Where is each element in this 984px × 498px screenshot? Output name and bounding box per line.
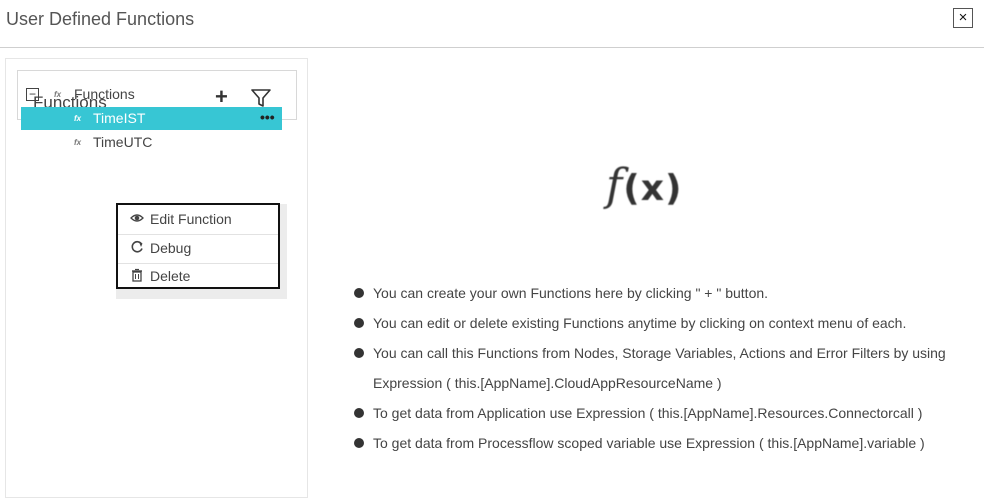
menu-item-debug[interactable]: Debug: [118, 234, 278, 264]
info-item: You can create your own Functions here b…: [352, 278, 962, 308]
close-button[interactable]: ×: [953, 8, 973, 28]
info-item: You can call this Functions from Nodes, …: [352, 338, 962, 398]
fx-glyph: f: [606, 160, 624, 211]
tree-item-label: TimeIST: [93, 110, 146, 126]
info-list: You can create your own Functions here b…: [352, 278, 962, 458]
more-options-icon[interactable]: •••: [260, 109, 275, 125]
function-icon: fx: [74, 138, 82, 147]
dialog-titlebar: User Defined Functions ×: [0, 0, 984, 48]
info-item: To get data from Processflow scoped vari…: [352, 428, 962, 458]
tree-item-label: TimeUTC: [93, 134, 153, 150]
tree-root-label: Functions: [74, 86, 135, 102]
function-illustration-icon: f(x): [606, 160, 682, 211]
menu-item-delete[interactable]: Delete: [118, 262, 278, 292]
refresh-icon: [131, 240, 143, 253]
menu-item-edit-function[interactable]: Edit Function: [118, 205, 278, 235]
dialog-title: User Defined Functions: [6, 9, 195, 29]
fx-args: (x): [623, 168, 683, 209]
tree-root-node[interactable]: − fx Functions: [26, 85, 276, 105]
function-icon: fx: [54, 90, 62, 99]
menu-item-label: Debug: [150, 240, 192, 256]
collapse-icon[interactable]: −: [26, 88, 39, 101]
tree-item-timeist[interactable]: fx TimeIST •••: [21, 107, 282, 130]
menu-item-label: Edit Function: [150, 211, 232, 227]
function-icon: fx: [74, 114, 82, 123]
trash-icon: [132, 268, 142, 282]
context-menu: Edit Function Debug Delete: [116, 203, 280, 289]
info-item: You can edit or delete existing Function…: [352, 308, 962, 338]
eye-icon: [130, 214, 144, 222]
tree-item-timeutc[interactable]: fx TimeUTC: [21, 131, 282, 153]
menu-item-label: Delete: [150, 268, 191, 284]
close-icon: ×: [958, 9, 968, 26]
info-item: To get data from Application use Express…: [352, 398, 962, 428]
